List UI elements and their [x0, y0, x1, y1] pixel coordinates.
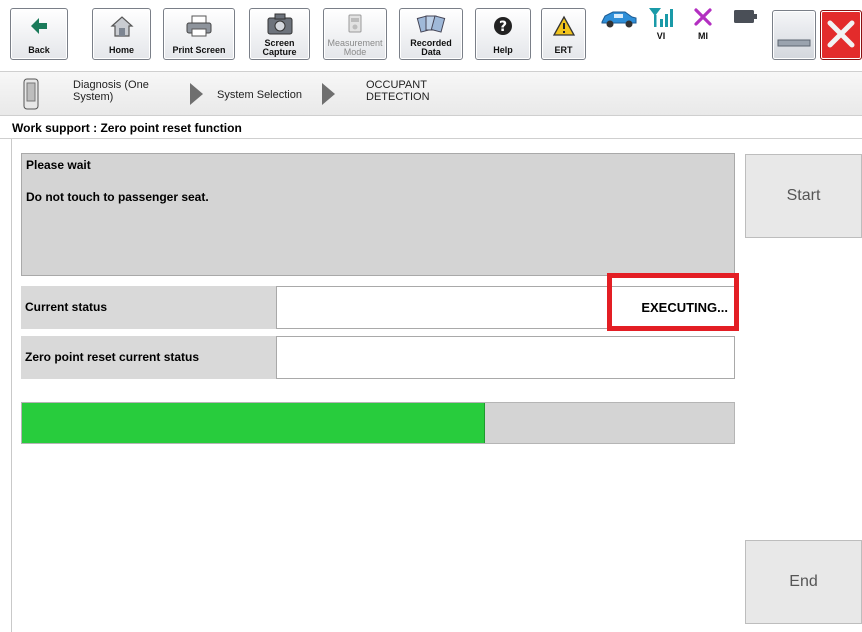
measurement-mode-button[interactable]: Measurement Mode — [323, 8, 387, 60]
x-icon — [694, 8, 712, 26]
zero-point-reset-status-label: Zero point reset current status — [21, 336, 276, 379]
breadcrumb-item-diagnosis[interactable]: Diagnosis (One System) — [73, 79, 149, 103]
screen-capture-button-label: Screen Capture — [262, 38, 297, 57]
page-title: Work support : Zero point reset function — [0, 117, 862, 139]
zero-point-reset-status-field — [276, 336, 735, 379]
breadcrumb: Diagnosis (One System) System Selection … — [0, 71, 862, 116]
recorded-data-icon — [400, 11, 462, 37]
ert-button[interactable]: ERT — [541, 8, 586, 60]
back-button-label: Back — [28, 45, 50, 55]
message-panel: Please wait Do not touch to passenger se… — [21, 153, 735, 276]
current-status-label: Current status — [21, 286, 276, 329]
message-body: Do not touch to passenger seat. — [26, 190, 209, 204]
close-icon — [821, 20, 861, 48]
breadcrumb-device-icon — [22, 78, 40, 115]
signal-icon — [649, 8, 673, 27]
divider — [11, 139, 12, 632]
progress-bar — [21, 402, 735, 444]
home-icon — [93, 13, 150, 39]
breadcrumb-separator — [190, 83, 203, 105]
minimize-icon — [773, 39, 815, 47]
measurement-mode-button-label: Measurement Mode — [327, 38, 383, 57]
breadcrumb-item-system-selection[interactable]: System Selection — [217, 89, 302, 101]
vi-indicator-label: VI — [656, 31, 666, 41]
progress-fill — [22, 403, 485, 443]
home-button[interactable]: Home — [92, 8, 151, 60]
help-button-label: Help — [493, 45, 513, 55]
vehicle-icon — [601, 11, 637, 28]
help-button[interactable]: ? Help — [475, 8, 531, 60]
battery-icon — [734, 10, 757, 23]
vi-indicator: VI — [645, 6, 677, 64]
minimize-button[interactable] — [772, 10, 816, 60]
printer-icon — [164, 13, 234, 39]
camera-icon — [250, 11, 309, 37]
highlight-box — [607, 273, 739, 331]
measurement-icon — [324, 11, 386, 37]
print-screen-button[interactable]: Print Screen — [163, 8, 235, 60]
warning-icon — [542, 13, 585, 39]
screen-capture-button[interactable]: Screen Capture — [249, 8, 310, 60]
message-title: Please wait — [26, 158, 91, 172]
print-screen-button-label: Print Screen — [172, 45, 226, 55]
home-button-label: Home — [108, 45, 134, 55]
close-button[interactable] — [820, 10, 862, 60]
mi-indicator: MI — [687, 6, 719, 64]
mi-indicator-label: MI — [698, 31, 708, 41]
vehicle-indicator — [597, 6, 641, 64]
back-button[interactable]: Back — [10, 8, 68, 60]
breadcrumb-separator — [322, 83, 335, 105]
ert-button-label: ERT — [554, 45, 573, 55]
recorded-data-button-label: Recorded Data — [410, 38, 452, 57]
toolbar: Back Home Print Screen Screen Capture Me… — [0, 0, 862, 70]
help-icon: ? — [476, 13, 530, 39]
battery-indicator — [729, 6, 761, 64]
end-button[interactable]: End — [745, 540, 862, 624]
start-button[interactable]: Start — [745, 154, 862, 238]
svg-text:?: ? — [499, 19, 507, 35]
recorded-data-button[interactable]: Recorded Data — [399, 8, 463, 60]
back-arrow-icon — [11, 13, 67, 39]
breadcrumb-item-occupant-detection: OCCUPANT DETECTION — [366, 79, 430, 103]
